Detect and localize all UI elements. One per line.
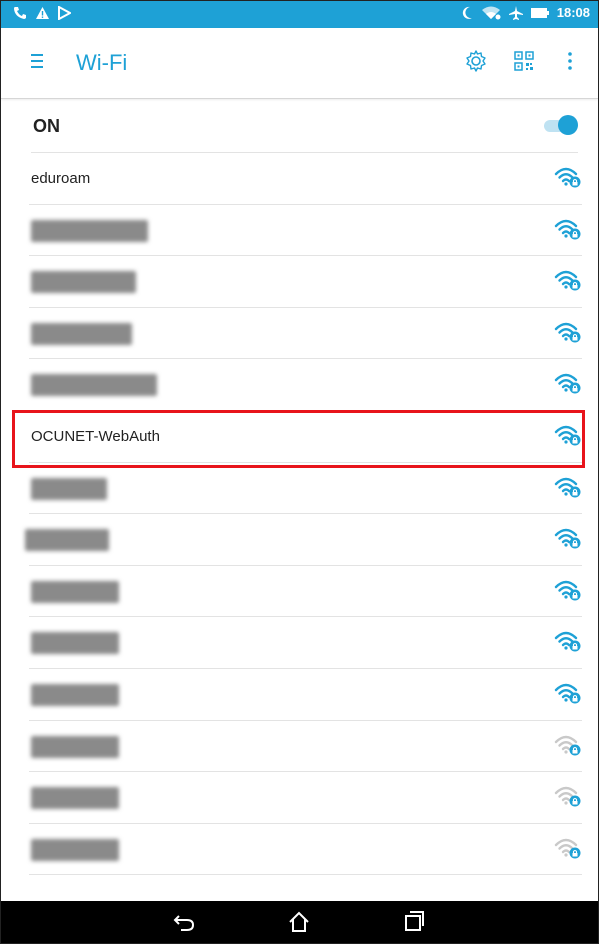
network-row[interactable]: eduroam xyxy=(29,153,582,205)
network-row[interactable] xyxy=(29,256,582,308)
wifi-lock-icon xyxy=(554,477,581,498)
redacted-network-name xyxy=(31,632,119,655)
page-title: Wi-Fi xyxy=(76,50,128,75)
wifi-toggle-switch[interactable] xyxy=(542,114,578,136)
recents-icon[interactable] xyxy=(403,910,425,932)
wifi-lock-icon xyxy=(554,632,581,652)
wifi-lock-icon xyxy=(554,270,581,291)
navigation-bar xyxy=(1,901,598,943)
wifi-lock-icon xyxy=(554,425,581,446)
status-bar: 18:08 xyxy=(1,1,598,28)
network-row[interactable] xyxy=(25,514,582,566)
wifi-lock-icon xyxy=(554,683,581,704)
wifi-lock-icon xyxy=(554,219,581,240)
network-row[interactable] xyxy=(29,721,582,773)
wifi-lock-icon xyxy=(554,838,581,859)
redacted-network-name xyxy=(31,787,119,810)
status-time: 18:08 xyxy=(556,5,590,20)
menu-icon[interactable] xyxy=(31,54,49,72)
network-row[interactable] xyxy=(29,566,582,618)
airplane-icon xyxy=(508,5,523,20)
settings-icon[interactable] xyxy=(465,50,487,72)
wifi-lock-icon xyxy=(554,786,581,807)
redacted-network-name xyxy=(31,735,119,758)
phone-icon xyxy=(14,7,26,19)
wifi-lock-icon xyxy=(554,167,581,188)
redacted-network-name xyxy=(31,838,119,861)
wifi-state-label: ON xyxy=(33,116,60,136)
play-store-icon xyxy=(58,6,71,20)
network-row[interactable] xyxy=(29,205,582,257)
moon-icon xyxy=(462,6,472,19)
wifi-lock-icon xyxy=(554,735,581,756)
warning-icon xyxy=(36,7,49,19)
redacted-network-name xyxy=(31,219,148,242)
redacted-network-name xyxy=(31,683,119,706)
overflow-menu-icon[interactable] xyxy=(567,50,573,72)
network-row[interactable]: OCUNET-WebAuth xyxy=(29,411,582,463)
network-row[interactable] xyxy=(29,359,582,411)
redacted-network-name xyxy=(31,374,157,397)
network-row[interactable] xyxy=(29,617,582,669)
wifi-lock-icon xyxy=(554,374,581,394)
home-icon[interactable] xyxy=(287,910,311,934)
back-icon[interactable] xyxy=(173,910,195,932)
network-row[interactable] xyxy=(29,669,582,721)
redacted-network-name xyxy=(31,580,119,603)
network-row[interactable] xyxy=(29,463,582,515)
wifi-lock-icon xyxy=(554,580,581,601)
wifi-lock-icon xyxy=(554,322,581,343)
network-name: OCUNET-WebAuth xyxy=(31,427,160,445)
network-row[interactable] xyxy=(29,308,582,360)
redacted-network-name xyxy=(31,271,136,294)
network-row[interactable] xyxy=(29,824,582,876)
status-bar-left xyxy=(13,6,71,20)
wifi-lock-icon xyxy=(554,528,581,549)
network-row[interactable] xyxy=(29,772,582,824)
qr-code-icon[interactable] xyxy=(513,50,535,72)
redacted-network-name xyxy=(31,322,132,345)
network-list: eduroam OCUNET-WebAuth xyxy=(25,153,582,876)
wifi-signal-icon xyxy=(481,6,501,19)
redacted-network-name xyxy=(31,477,107,500)
redacted-network-name xyxy=(25,529,109,552)
app-toolbar: Wi-Fi xyxy=(1,28,598,99)
battery-icon xyxy=(530,7,549,18)
wifi-toggle-row: ON xyxy=(31,100,578,153)
status-bar-right: 18:08 xyxy=(461,5,590,20)
network-name: eduroam xyxy=(31,170,91,187)
screen-frame: 18:08 Wi-Fi ON eduroam OCUNET-WebAuth xyxy=(0,0,599,944)
